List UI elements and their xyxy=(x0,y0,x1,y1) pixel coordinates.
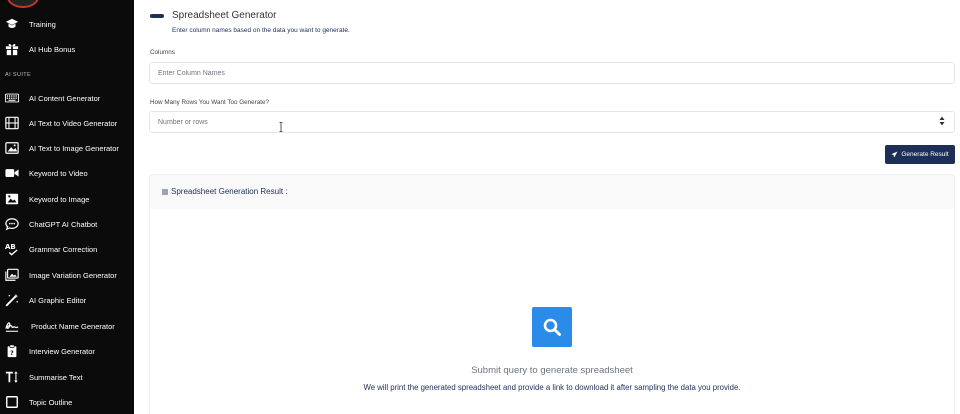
sidebar-item-ai-text-to-video[interactable]: AI Text to Video Generator xyxy=(0,111,134,135)
film-icon xyxy=(5,116,19,130)
svg-text:AB: AB xyxy=(5,243,16,251)
columns-label: Columns xyxy=(150,49,175,56)
sidebar-item-image-variation-generator[interactable]: Image Variation Generator xyxy=(0,263,134,287)
sidebar-section-label: AI SUITE xyxy=(5,72,32,78)
sidebar-item-label: Keyword to Image xyxy=(29,194,90,204)
number-spinner-icon[interactable] xyxy=(939,116,945,126)
sidebar-item-ai-content-generator[interactable]: AI Content Generator xyxy=(0,86,134,110)
sidebar-item-label: ChatGPT AI Chatbot xyxy=(29,219,98,229)
sidebar-item-training[interactable]: Training xyxy=(0,12,134,36)
sidebar-item-summarise-text[interactable]: Summarise Text xyxy=(0,365,134,389)
sidebar-item-keyword-to-video[interactable]: Keyword to Video xyxy=(0,161,134,185)
picture-icon xyxy=(5,192,19,206)
svg-text:?: ? xyxy=(10,350,14,357)
sidebar-item-label: Keyword to Video xyxy=(29,168,88,178)
gift-icon xyxy=(5,42,19,56)
sidebar-item-label: Interview Generator xyxy=(29,346,95,356)
sidebar-item-topic-outline[interactable]: Topic Outline xyxy=(0,390,134,414)
sidebar-item-ai-hub-bonus[interactable]: AI Hub Bonus xyxy=(0,37,134,61)
magic-wand-icon xyxy=(5,293,19,307)
sidebar-item-label: AI Graphic Editor xyxy=(29,295,87,305)
generate-result-label: Generate Result xyxy=(901,151,949,158)
sidebar-item-label: Grammar Correction xyxy=(29,244,98,254)
graduation-cap-icon xyxy=(5,17,19,31)
main-content: Spreadsheet Generator Enter column names… xyxy=(134,0,960,414)
search-icon xyxy=(532,307,572,347)
sidebar-item-ai-graphic-editor[interactable]: AI Graphic Editor xyxy=(0,288,134,312)
sidebar-item-label: Image Variation Generator xyxy=(29,270,117,280)
sidebar-item-label: Training xyxy=(29,19,56,29)
square-outline-icon xyxy=(5,395,19,409)
sidebar-item-label: AI Text to Image Generator xyxy=(29,143,119,153)
sidebar-item-label: Topic Outline xyxy=(29,397,73,407)
result-heading: Spreadsheet Generation Result : xyxy=(162,187,288,196)
sidebar-item-label: Product Name Generator xyxy=(31,321,115,331)
signature-icon xyxy=(5,319,19,333)
image-icon xyxy=(5,141,19,155)
empty-state-description: We will print the generated spreadsheet … xyxy=(363,383,741,392)
sidebar-item-grammar-correction[interactable]: AB Grammar Correction xyxy=(0,237,134,261)
text-cursor-icon xyxy=(279,122,283,132)
sidebar-item-label: AI Hub Bonus xyxy=(29,44,76,54)
result-heading-text: Spreadsheet Generation Result : xyxy=(171,187,288,196)
chat-bubble-icon xyxy=(5,217,19,231)
sidebar-item-label: Summarise Text xyxy=(29,372,83,382)
rows-label: How Many Rows You Want Too Generate? xyxy=(150,99,270,106)
sidebar-item-ai-text-to-image[interactable]: AI Text to Image Generator xyxy=(0,136,134,160)
rows-input[interactable] xyxy=(149,111,955,133)
result-empty-state: Submit query to generate spreadsheet We … xyxy=(150,209,954,414)
sidebar-item-interview-generator[interactable]: ? Interview Generator xyxy=(0,339,134,363)
text-height-icon xyxy=(5,370,19,384)
keyboard-icon xyxy=(5,91,19,105)
paper-plane-icon xyxy=(891,151,898,158)
spell-check-icon: AB xyxy=(5,242,19,256)
video-camera-icon xyxy=(5,166,19,180)
logo xyxy=(7,0,39,8)
generate-result-button[interactable]: Generate Result xyxy=(885,145,955,164)
page-subtitle: Enter column names based on the data you… xyxy=(172,27,350,34)
clipboard-icon: ? xyxy=(5,344,19,358)
sidebar-item-label: AI Text to Video Generator xyxy=(29,118,118,128)
empty-state-title: Submit query to generate spreadsheet xyxy=(471,365,633,376)
sidebar-item-label: AI Content Generator xyxy=(29,93,101,103)
sidebar-item-chatgpt-ai-chatbot[interactable]: ChatGPT AI Chatbot xyxy=(0,212,134,236)
page-title: Spreadsheet Generator xyxy=(172,10,277,21)
sidebar-item-keyword-to-image[interactable]: Keyword to Image xyxy=(0,187,134,211)
sidebar: Training AI Hub Bonus AI SUITE AI Conten… xyxy=(0,0,134,414)
result-card: Spreadsheet Generation Result : Submit q… xyxy=(149,174,955,414)
images-icon xyxy=(5,268,19,282)
columns-input[interactable] xyxy=(149,62,955,84)
sidebar-item-product-name-generator[interactable]: Product Name Generator xyxy=(0,314,134,338)
title-accent-bar xyxy=(150,14,164,18)
list-icon xyxy=(162,189,168,194)
